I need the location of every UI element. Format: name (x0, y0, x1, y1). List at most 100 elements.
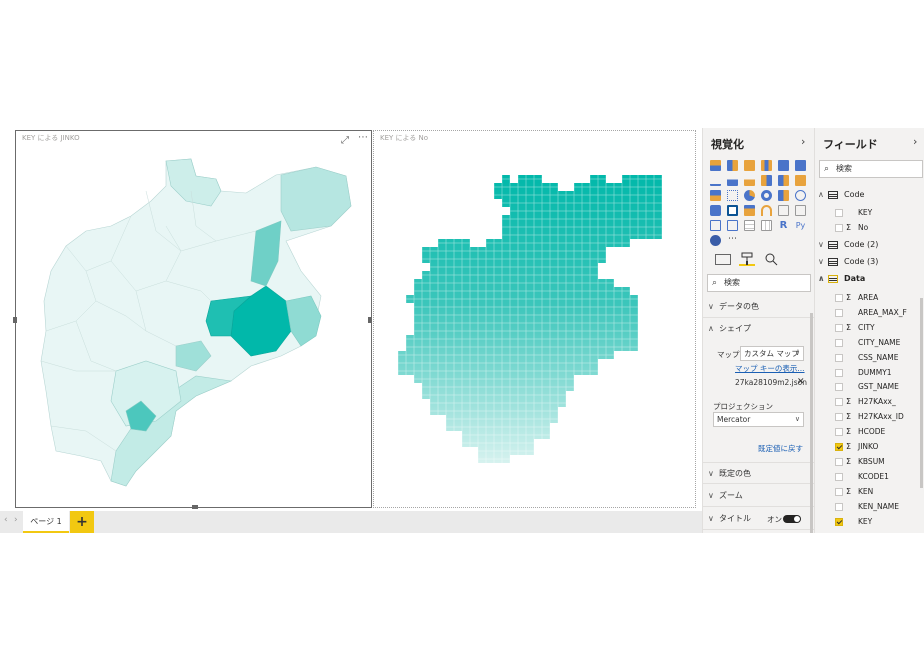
field-data-ken-name[interactable]: KEN_NAME (815, 500, 924, 514)
field-data-h27kaxx-id[interactable]: Σ H27KAxx_ID (815, 410, 924, 424)
area-chart-icon[interactable] (727, 175, 738, 186)
table-code-3[interactable]: ∨ Code (3) (815, 255, 924, 269)
field-data-ken[interactable]: Σ KEN (815, 485, 924, 499)
field-code-no[interactable]: Σ No (815, 221, 924, 235)
section-shape[interactable]: ∧ シェイプ (703, 318, 814, 340)
map-type-dropdown[interactable]: カスタム マップ ∨ (740, 346, 804, 361)
donut-chart-icon[interactable] (761, 190, 772, 201)
field-code-key[interactable]: KEY (815, 206, 924, 220)
grid-mesh-map[interactable] (374, 131, 697, 509)
slicer-icon[interactable] (727, 220, 738, 231)
fields-search-input[interactable]: ⌕ 検索 (819, 160, 923, 178)
stacked-bar-chart-icon[interactable] (710, 160, 721, 171)
r-script-icon[interactable]: R (778, 220, 789, 231)
matrix-icon[interactable] (761, 220, 772, 231)
fields-scrollbar[interactable] (920, 298, 923, 488)
field-data-area[interactable]: Σ AREA (815, 291, 924, 305)
scatter-chart-icon[interactable] (727, 190, 738, 201)
add-page-button[interactable]: + (70, 511, 94, 533)
globe-custom-visual-icon[interactable] (710, 235, 721, 246)
gauge-icon[interactable] (761, 205, 772, 216)
stacked-column-chart-icon[interactable] (727, 160, 738, 171)
line-clustered-column-icon[interactable] (778, 175, 789, 186)
ribbon-chart-icon[interactable] (795, 175, 806, 186)
field-checkbox[interactable] (835, 398, 843, 407)
collapse-pane-icon[interactable]: › (801, 135, 805, 148)
stacked-area-chart-icon[interactable] (744, 175, 755, 186)
field-checkbox[interactable] (835, 383, 843, 392)
remove-map-file-icon[interactable]: ✕ (797, 377, 805, 387)
format-search-input[interactable]: ⌕ 検索 (707, 274, 811, 292)
section-zoom[interactable]: ∨ ズーム (703, 485, 814, 507)
field-checkbox[interactable] (835, 502, 843, 511)
tab-page-1[interactable]: ページ 1 (23, 511, 69, 533)
field-data-jinko[interactable]: Σ JINKO (815, 440, 924, 454)
funnel-icon[interactable] (744, 205, 755, 216)
field-data-city[interactable]: Σ CITY (815, 321, 924, 335)
pie-chart-icon[interactable] (744, 190, 755, 201)
100-stacked-column-icon[interactable] (795, 160, 806, 171)
more-visuals-icon[interactable]: ⋯ (727, 235, 738, 246)
collapse-pane-icon[interactable]: › (913, 135, 917, 148)
field-data-css-name[interactable]: CSS_NAME (815, 351, 924, 365)
waterfall-chart-icon[interactable] (710, 190, 721, 201)
field-data-city-name[interactable]: CITY_NAME (815, 336, 924, 350)
shape-map-icon[interactable] (727, 205, 738, 216)
card-icon[interactable] (778, 205, 789, 216)
field-data-dummy1[interactable]: DUMMY1 (815, 366, 924, 380)
field-checkbox[interactable] (835, 517, 843, 526)
kpi-icon[interactable] (710, 220, 721, 231)
field-checkbox[interactable] (835, 472, 843, 481)
section-default-color[interactable]: ∨ 既定の色 (703, 462, 814, 484)
reset-to-default-link[interactable]: 既定値に戻す (758, 443, 803, 454)
analytics-icon[interactable] (763, 252, 779, 266)
treemap-icon[interactable] (778, 190, 789, 201)
field-data-kcode1[interactable]: KCODE1 (815, 470, 924, 484)
shape-map-visual-jinko[interactable]: KEY による JINKO ⤢ ⋯ (13, 130, 373, 509)
field-checkbox[interactable] (835, 443, 843, 451)
title-toggle-switch[interactable] (783, 515, 801, 523)
field-checkbox[interactable] (835, 428, 843, 437)
fields-icon[interactable] (715, 254, 731, 265)
tab-next-arrow[interactable]: › (14, 515, 18, 525)
field-checkbox[interactable] (835, 413, 843, 422)
format-roller-icon[interactable] (739, 252, 755, 266)
field-checkbox[interactable] (835, 224, 843, 232)
municipal-choropleth-map[interactable] (16, 131, 373, 509)
field-data-h27kaxx-[interactable]: Σ H27KAxx_ (815, 395, 924, 409)
field-checkbox[interactable] (835, 209, 843, 217)
tab-prev-arrow[interactable]: ‹ (4, 515, 8, 525)
table-icon[interactable] (744, 220, 755, 231)
line-column-chart-icon[interactable] (761, 175, 772, 186)
field-data-hcode[interactable]: Σ HCODE (815, 425, 924, 439)
field-data-gst-name[interactable]: GST_NAME (815, 380, 924, 394)
field-checkbox[interactable] (835, 457, 843, 466)
projection-dropdown[interactable]: Mercator ∨ (713, 412, 804, 427)
multi-row-card-icon[interactable] (795, 205, 806, 216)
table-code-2[interactable]: ∨ Code (2) (815, 238, 924, 252)
report-canvas[interactable]: KEY による JINKO ⤢ ⋯ KEY による No (0, 128, 702, 510)
map-icon[interactable] (795, 190, 806, 201)
table-code[interactable]: ∧ Code (815, 188, 924, 202)
100-stacked-bar-icon[interactable] (778, 160, 789, 171)
field-checkbox[interactable] (835, 353, 843, 362)
clustered-column-chart-icon[interactable] (761, 160, 772, 171)
clustered-bar-chart-icon[interactable] (744, 160, 755, 171)
filled-map-icon[interactable] (710, 205, 721, 216)
view-map-keys-link[interactable]: マップ キーの表示... (735, 363, 805, 374)
field-checkbox[interactable] (835, 323, 843, 332)
section-data-colors[interactable]: ∨ データの色 (703, 296, 814, 318)
field-data-kbsum[interactable]: Σ KBSUM (815, 455, 924, 469)
pane-scrollbar[interactable] (810, 313, 813, 533)
field-checkbox[interactable] (835, 368, 843, 377)
field-data-area-max-f[interactable]: AREA_MAX_F (815, 306, 924, 320)
line-chart-icon[interactable] (710, 175, 721, 186)
python-icon[interactable]: Py (795, 220, 806, 231)
table-data[interactable]: ∧ Data (815, 272, 924, 286)
field-checkbox[interactable] (835, 294, 843, 302)
field-checkbox[interactable] (835, 308, 843, 317)
field-checkbox[interactable] (835, 338, 843, 347)
shape-map-visual-no[interactable]: KEY による No (373, 130, 696, 508)
field-data-key[interactable]: KEY (815, 515, 924, 529)
field-checkbox[interactable] (835, 487, 843, 496)
